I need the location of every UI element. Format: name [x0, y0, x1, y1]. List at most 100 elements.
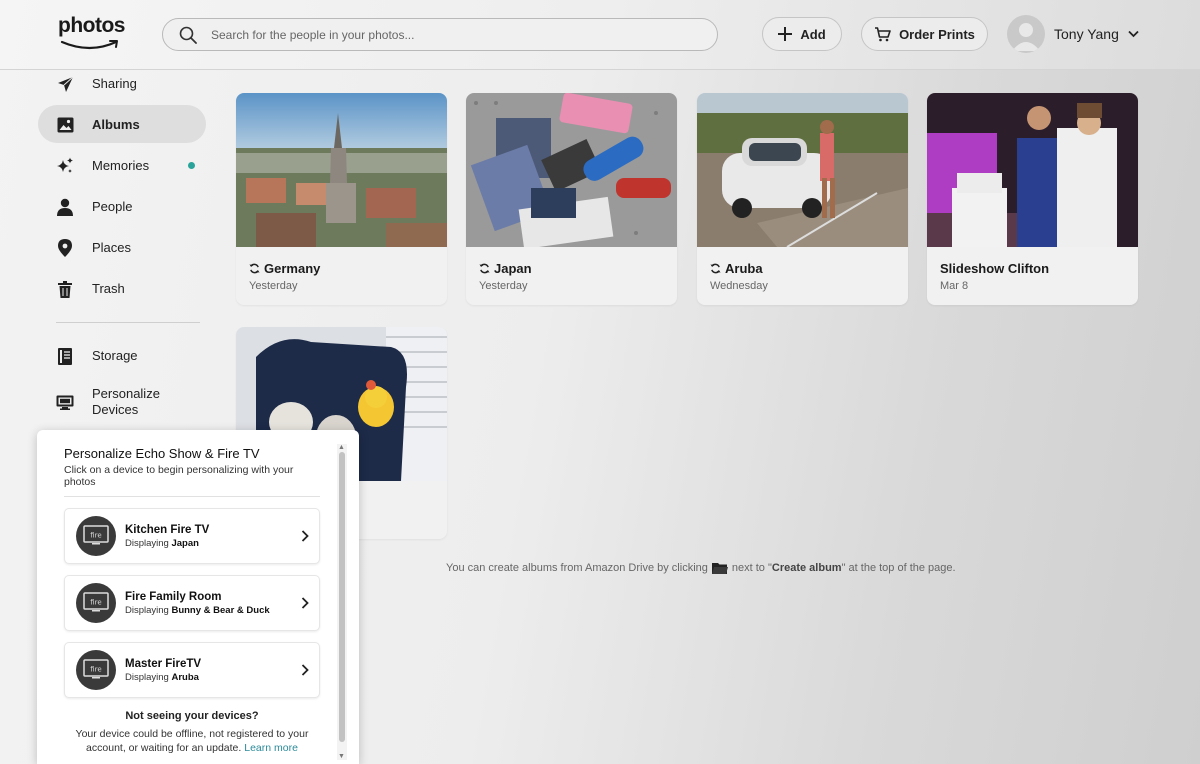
album-cover-image [236, 93, 447, 247]
device-item[interactable]: fire Master FireTV Displaying Aruba [64, 642, 320, 698]
create-album-hint: You can create albums from Amazon Drive … [446, 562, 956, 574]
add-label: Add [800, 26, 826, 42]
album-title-text: Japan [494, 261, 532, 276]
hint-text-before: You can create albums from Amazon Drive … [446, 562, 708, 574]
album-title-text: Germany [264, 261, 321, 276]
sidebar-item-label: Sharing [92, 75, 137, 91]
displaying-album: Bunny & Bear & Duck [171, 605, 270, 616]
scroll-down-arrow-icon[interactable]: ▼ [338, 753, 345, 760]
top-header: photos Add Order Prints Tony Yang [0, 0, 1200, 70]
learn-more-link[interactable]: Learn more [244, 742, 298, 754]
sidebar-item-storage[interactable]: Storage [38, 336, 206, 374]
monitor-icon [56, 394, 74, 412]
hint-text-after: next to " [731, 562, 772, 574]
sidebar-item-trash[interactable]: Trash [38, 269, 206, 307]
person-icon [56, 198, 74, 216]
chevron-right-icon [301, 664, 309, 676]
search-icon [179, 26, 197, 49]
device-item[interactable]: fire Fire Family Room Displaying Bunny &… [64, 575, 320, 631]
trash-icon [56, 280, 74, 298]
order-prints-label: Order Prints [899, 26, 975, 42]
device-name: Master FireTV [125, 658, 202, 670]
sidebar-item-label: People [92, 198, 133, 214]
album-title: Slideshow Clifton [940, 261, 1049, 276]
hint-text-end: " at the top of the page. [841, 562, 956, 574]
sidebar-item-albums[interactable]: Albums [38, 105, 206, 143]
scroll-thumb[interactable] [339, 452, 345, 742]
scroll-up-arrow-icon[interactable]: ▲ [338, 444, 345, 451]
album-card-germany[interactable]: Germany Yesterday [236, 93, 447, 305]
device-item[interactable]: fire Kitchen Fire TV Displaying Japan [64, 508, 320, 564]
sync-icon [710, 263, 721, 274]
device-displaying: Displaying Aruba [125, 672, 199, 683]
chevron-right-icon [301, 530, 309, 542]
album-title: Japan [479, 261, 532, 276]
popup-title: Personalize Echo Show & Fire TV [64, 446, 260, 461]
sidebar-item-label: Places [92, 239, 132, 255]
not-seeing-title: Not seeing your devices? [125, 710, 259, 722]
search-input[interactable] [211, 25, 691, 45]
popup-description: Click on a device to begin personalizing… [64, 464, 294, 488]
chevron-right-icon [301, 597, 309, 609]
order-prints-button[interactable]: Order Prints [861, 17, 988, 51]
album-title: Germany [249, 261, 320, 276]
device-displaying: Displaying Bunny & Bear & Duck [125, 605, 270, 616]
cart-icon [874, 26, 891, 42]
album-cover-image [466, 93, 677, 247]
album-title: Aruba [710, 261, 763, 276]
sidebar-item-people[interactable]: People [38, 187, 206, 225]
user-menu[interactable]: Tony Yang [1007, 14, 1139, 54]
sidebar-item-label: Trash [92, 280, 125, 296]
not-seeing-description: Your device could be offline, not regist… [64, 727, 320, 755]
popup-scrollbar[interactable]: ▲ ▼ [337, 444, 347, 760]
sync-icon [479, 263, 490, 274]
chevron-down-icon [1128, 30, 1139, 38]
album-date: Wednesday [710, 280, 768, 292]
fire-tv-icon: fire [76, 516, 116, 556]
plus-icon [778, 27, 793, 41]
sparkle-icon [56, 157, 74, 175]
sidebar-item-personalize-devices[interactable]: Personalize Devices [38, 383, 206, 421]
album-title-text: Aruba [725, 261, 763, 276]
album-date: Yesterday [249, 280, 298, 292]
album-cover-image [927, 93, 1138, 247]
fire-tv-icon: fire [76, 583, 116, 623]
sidebar-item-label: Personalize Devices [92, 386, 160, 418]
user-name: Tony Yang [1054, 26, 1119, 42]
fire-tv-icon: fire [76, 650, 116, 690]
add-button[interactable]: Add [762, 17, 842, 51]
sidebar-item-memories[interactable]: Memories [38, 146, 206, 184]
album-title-text: Slideshow Clifton [940, 261, 1050, 276]
sidebar-item-places[interactable]: Places [38, 228, 206, 266]
sidebar-item-label: Albums [92, 116, 140, 132]
amazon-smile-icon [60, 40, 118, 50]
new-badge-dot [188, 162, 195, 169]
displaying-prefix: Displaying [125, 538, 169, 549]
paper-plane-icon [56, 75, 74, 93]
fire-text: fire [90, 532, 101, 540]
displaying-album: Aruba [171, 672, 199, 683]
photos-logo[interactable]: photos [58, 14, 125, 54]
displaying-prefix: Displaying [125, 672, 169, 683]
fire-text: fire [90, 666, 101, 674]
folder-icon [711, 562, 728, 574]
device-name: Kitchen Fire TV [125, 524, 210, 536]
popup-divider [64, 496, 320, 497]
avatar [1007, 15, 1045, 53]
sidebar-item-label-line1: Personalize [92, 386, 160, 401]
album-card-aruba[interactable]: Aruba Wednesday [697, 93, 908, 305]
device-name: Fire Family Room [125, 591, 222, 603]
sync-icon [249, 263, 260, 274]
sidebar-item-label: Memories [92, 157, 150, 173]
fire-text: fire [90, 599, 101, 607]
search-bar[interactable] [162, 18, 718, 51]
hint-create-album: Create album [771, 562, 842, 574]
sidebar-item-label-line2: Devices [92, 402, 139, 417]
album-card-japan[interactable]: Japan Yesterday [466, 93, 677, 305]
sidebar-item-sharing[interactable]: Sharing [38, 64, 206, 102]
album-card-slideshow-clifton[interactable]: Slideshow Clifton Mar 8 [927, 93, 1138, 305]
album-date: Mar 8 [940, 280, 969, 292]
sidebar-item-label: Storage [92, 347, 138, 363]
sidebar-divider [56, 322, 200, 323]
album-icon [56, 116, 74, 134]
